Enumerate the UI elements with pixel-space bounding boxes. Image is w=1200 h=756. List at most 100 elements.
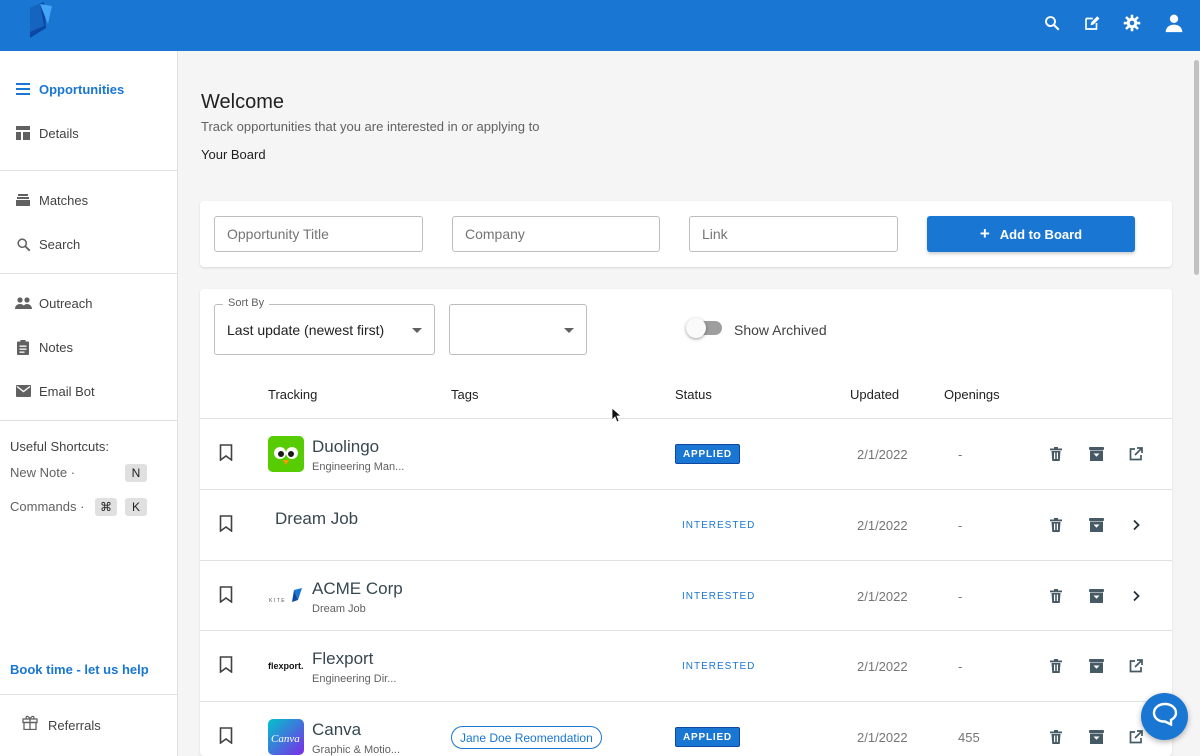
trash-icon[interactable]	[1047, 587, 1065, 605]
mouse-cursor-icon	[611, 407, 623, 428]
sidebar-item-notes[interactable]: Notes	[0, 327, 177, 367]
column-header-tracking[interactable]: Tracking	[268, 387, 317, 402]
archive-icon[interactable]	[1087, 516, 1105, 534]
sort-by-value: Last update (newest first)	[227, 322, 385, 338]
status-badge[interactable]: INTERESTED	[675, 656, 762, 676]
bookmark-icon[interactable]	[219, 656, 237, 676]
company-name[interactable]: Flexport	[312, 649, 373, 669]
add-to-board-label: Add to Board	[999, 226, 1083, 242]
table-row[interactable]: flexport. Flexport Engineering Dir... IN…	[200, 630, 1172, 701]
external-link-icon[interactable]	[1127, 728, 1145, 746]
external-link-icon[interactable]	[1127, 657, 1145, 675]
trash-icon[interactable]	[1047, 728, 1065, 746]
filter-select[interactable]	[449, 304, 587, 355]
sidebar-item-label: Opportunities	[39, 81, 125, 97]
status-badge[interactable]: INTERESTED	[675, 586, 762, 606]
gear-icon[interactable]	[1121, 12, 1143, 34]
shortcut-label: Commands ·	[10, 499, 85, 514]
sidebar-divider	[0, 170, 177, 171]
archive-icon[interactable]	[1087, 657, 1105, 675]
edit-icon[interactable]	[1081, 12, 1103, 34]
sidebar-item-opportunities[interactable]: Opportunities	[0, 69, 177, 109]
sidebar-divider	[0, 273, 177, 274]
updated-date: 2/1/2022	[857, 659, 908, 674]
sidebar-item-label: Search	[39, 236, 81, 252]
shortcuts-title: Useful Shortcuts:	[10, 439, 109, 454]
openings-count: -	[958, 518, 963, 533]
tag-chip[interactable]: Jane Doe Reomendation	[451, 726, 602, 749]
sidebar-item-label: Details	[39, 125, 79, 141]
company-name[interactable]: Duolingo	[312, 437, 379, 457]
canva-logo: Canva	[268, 719, 304, 755]
trash-icon[interactable]	[1047, 516, 1065, 534]
sort-by-select[interactable]: Sort By Last update (newest first)	[214, 297, 435, 355]
link-input[interactable]	[689, 216, 898, 252]
column-header-updated[interactable]: Updated	[850, 387, 899, 402]
page-title: Welcome	[201, 91, 284, 113]
show-archived-toggle[interactable]	[686, 318, 722, 338]
column-header-status[interactable]: Status	[675, 387, 712, 402]
sidebar-divider	[0, 420, 177, 421]
openings-count: -	[958, 589, 963, 604]
clipboard-icon	[14, 338, 32, 356]
sidebar-item-referrals[interactable]: Referrals	[22, 715, 101, 735]
sidebar-item-email-bot[interactable]: Email Bot	[0, 371, 177, 411]
status-badge[interactable]: APPLIED	[675, 444, 740, 464]
flexport-logo: flexport.	[268, 648, 304, 684]
table-row[interactable]: Canva Canva Graphic & Motio... Jane Doe …	[200, 701, 1172, 756]
archive-icon[interactable]	[1087, 728, 1105, 746]
chat-support-button[interactable]	[1141, 693, 1188, 740]
people-icon	[14, 294, 32, 312]
updated-date: 2/1/2022	[857, 518, 908, 533]
column-header-openings[interactable]: Openings	[944, 387, 1000, 402]
table-row[interactable]: Duolingo Engineering Man... APPLIED 2/1/…	[200, 418, 1172, 489]
opportunity-title-input[interactable]	[214, 216, 423, 252]
top-app-bar	[0, 0, 1200, 51]
chat-bubble-icon	[1152, 702, 1178, 731]
role-title: Engineering Man...	[312, 461, 405, 473]
status-badge[interactable]: INTERESTED	[675, 515, 762, 535]
caret-down-icon	[412, 328, 422, 333]
trash-icon[interactable]	[1047, 657, 1065, 675]
company-input[interactable]	[452, 216, 660, 252]
updated-date: 2/1/2022	[857, 730, 908, 745]
bookmark-icon[interactable]	[219, 515, 237, 535]
book-time-link[interactable]: Book time - let us help	[10, 662, 149, 677]
caret-down-icon	[564, 328, 574, 333]
sidebar: Opportunities Details Matches Search Out…	[0, 51, 178, 756]
board-card: Sort By Last update (newest first) Show …	[200, 289, 1172, 756]
sidebar-item-details[interactable]: Details	[0, 113, 177, 153]
column-header-tags[interactable]: Tags	[451, 387, 478, 402]
menu-icon	[14, 80, 32, 98]
company-name[interactable]: Dream Job	[275, 509, 358, 529]
bookmark-icon[interactable]	[219, 444, 237, 464]
archive-icon[interactable]	[1087, 445, 1105, 463]
sidebar-item-outreach[interactable]: Outreach	[0, 283, 177, 323]
sidebar-item-matches[interactable]: Matches	[0, 180, 177, 220]
shortcut-key: N	[125, 463, 147, 482]
table-row[interactable]: KITE ACME Corp Dream Job INTERESTED 2/1/…	[200, 560, 1172, 631]
sidebar-divider	[0, 694, 177, 695]
bookmark-icon[interactable]	[219, 586, 237, 606]
chevron-right-icon[interactable]	[1127, 516, 1145, 534]
role-title: Graphic & Motio...	[312, 744, 401, 756]
kite-logo: KITE	[268, 578, 304, 614]
archive-icon[interactable]	[1087, 587, 1105, 605]
search-icon	[14, 235, 32, 253]
company-name[interactable]: Canva	[312, 720, 361, 740]
table-row[interactable]: Dream Job INTERESTED 2/1/2022 -	[200, 489, 1172, 560]
bookmark-icon[interactable]	[219, 727, 237, 747]
page-scrollbar[interactable]	[1194, 60, 1199, 275]
openings-count: 455	[958, 730, 980, 745]
gift-icon	[22, 715, 38, 735]
sidebar-item-search[interactable]: Search	[0, 224, 177, 264]
app-logo[interactable]	[26, 2, 58, 38]
company-name[interactable]: ACME Corp	[312, 579, 403, 599]
external-link-icon[interactable]	[1127, 445, 1145, 463]
user-icon[interactable]	[1163, 12, 1185, 34]
chevron-right-icon[interactable]	[1127, 587, 1145, 605]
trash-icon[interactable]	[1047, 445, 1065, 463]
status-badge[interactable]: APPLIED	[675, 727, 740, 747]
add-to-board-button[interactable]: + Add to Board	[927, 216, 1135, 252]
search-icon[interactable]	[1041, 12, 1063, 34]
